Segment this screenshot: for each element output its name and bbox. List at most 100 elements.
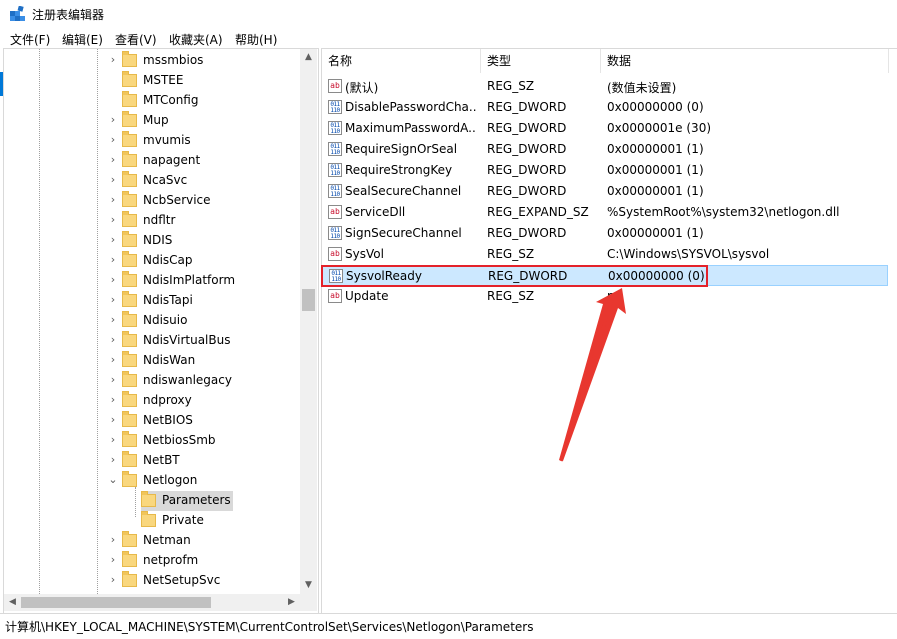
chevron-right-icon[interactable]: › <box>108 134 118 146</box>
chevron-down-icon[interactable]: ⌄ <box>108 474 118 486</box>
tree-item[interactable]: › Ndisuio <box>4 311 299 331</box>
chevron-right-icon[interactable]: › <box>108 334 118 346</box>
value-row[interactable]: ab Update REG_SZ no <box>322 286 888 307</box>
tree-item-label: MTConfig <box>143 93 199 107</box>
value-name: SysVol <box>345 247 384 261</box>
tree-item-label: mvumis <box>143 133 191 147</box>
scroll-down-icon[interactable]: ▼ <box>300 577 317 594</box>
value-type: REG_DWORD <box>487 163 567 177</box>
value-row[interactable]: 011 110 RequireStrongKey REG_DWORD 0x0000000… <box>322 160 888 181</box>
value-row[interactable]: ab SysVol REG_SZ C:\Windows\SYSVOL\sysvol <box>322 244 888 265</box>
tree-item[interactable]: › ndproxy <box>4 391 299 411</box>
folder-icon <box>122 291 137 307</box>
tree-item[interactable]: › Mup <box>4 111 299 131</box>
value-data: 0x00000001 (1) <box>607 184 704 198</box>
menu-favorites[interactable]: 收藏夹(A) <box>169 31 223 48</box>
tree-item[interactable]: › NcaSvc <box>4 171 299 191</box>
scroll-left-icon[interactable]: ◀ <box>4 594 21 611</box>
tree-item-label: NdisImPlatform <box>143 273 236 287</box>
chevron-right-icon[interactable]: › <box>108 174 118 186</box>
folder-icon <box>122 171 137 187</box>
column-header-data[interactable]: 数据 <box>601 49 889 73</box>
column-header-name[interactable]: 名称 <box>322 49 481 73</box>
status-bar: 计算机\HKEY_LOCAL_MACHINE\SYSTEM\CurrentCon… <box>0 613 897 639</box>
chevron-right-icon[interactable]: › <box>108 214 118 226</box>
value-type: REG_SZ <box>487 79 535 93</box>
tree-item-selected[interactable]: Parameters <box>4 491 299 511</box>
chevron-right-icon[interactable]: › <box>108 534 118 546</box>
binary-value-icon: 011 110 <box>328 100 342 114</box>
chevron-right-icon[interactable]: › <box>108 354 118 366</box>
tree-horizontal-scroll-thumb[interactable] <box>21 597 211 608</box>
column-header-type[interactable]: 类型 <box>481 49 601 73</box>
folder-icon <box>122 131 137 147</box>
chevron-right-icon[interactable]: › <box>108 414 118 426</box>
values-list-pane[interactable]: 名称 类型 数据 ab (默认) REG_SZ (数值未设置) 011 110 Disabl… <box>321 48 897 615</box>
chevron-right-icon[interactable]: › <box>108 234 118 246</box>
value-row[interactable]: 011 110 SignSecureChannel REG_DWORD 0x000000… <box>322 223 888 244</box>
chevron-right-icon[interactable]: › <box>108 314 118 326</box>
chevron-right-icon[interactable]: › <box>108 374 118 386</box>
tree-item-label: napagent <box>143 153 201 167</box>
tree-vertical-scrollbar[interactable]: ▲ ▼ <box>300 49 317 594</box>
tree-item[interactable]: › NetSetupSvc <box>4 571 299 591</box>
folder-icon <box>122 271 137 287</box>
tree-item[interactable]: › NetBIOS <box>4 411 299 431</box>
tree-item[interactable]: › NDIS <box>4 231 299 251</box>
tree-item[interactable]: MSTEE <box>4 71 299 91</box>
tree-item[interactable]: ⌄ Netlogon <box>4 471 299 491</box>
folder-icon <box>122 551 137 567</box>
tree-item[interactable]: MTConfig <box>4 91 299 111</box>
key-tree-pane[interactable]: › mssmbios MSTEE MTConfig › Mup › mvumis › napage… <box>3 48 319 615</box>
value-name: RequireStrongKey <box>345 163 453 177</box>
tree-item[interactable]: › NdisCap <box>4 251 299 271</box>
tree-item[interactable]: › mssmbios <box>4 51 299 71</box>
value-row[interactable]: ab (默认) REG_SZ (数值未设置) <box>322 76 888 97</box>
value-row[interactable]: 011 110 MaximumPasswordA... REG_DWORD 0x0000… <box>322 118 888 139</box>
scroll-up-icon[interactable]: ▲ <box>300 49 317 66</box>
value-type: REG_DWORD <box>487 142 567 156</box>
tree-item[interactable]: › NdisTapi <box>4 291 299 311</box>
menu-edit[interactable]: 编辑(E) <box>62 31 103 48</box>
value-row[interactable]: 011 110 SealSecureChannel REG_DWORD 0x000000… <box>322 181 888 202</box>
chevron-right-icon[interactable]: › <box>108 554 118 566</box>
chevron-right-icon[interactable]: › <box>108 434 118 446</box>
chevron-right-icon[interactable]: › <box>108 254 118 266</box>
tree-item-label: mssmbios <box>143 53 204 67</box>
tree-item[interactable]: › NcbService <box>4 191 299 211</box>
tree-item[interactable]: › napagent <box>4 151 299 171</box>
tree-item[interactable]: › netprofm <box>4 551 299 571</box>
chevron-right-icon[interactable]: › <box>108 194 118 206</box>
chevron-right-icon[interactable]: › <box>108 574 118 586</box>
tree-item-label: ndiswanlegacy <box>143 373 232 387</box>
value-row[interactable]: 011 110 DisablePasswordCha... REG_DWORD 0x00… <box>322 97 888 118</box>
value-row[interactable]: 011 110 RequireSignOrSeal REG_DWORD 0x000000… <box>322 139 888 160</box>
chevron-right-icon[interactable]: › <box>108 274 118 286</box>
menu-view[interactable]: 查看(V) <box>115 31 157 48</box>
tree-item[interactable]: › NetbiosSmb <box>4 431 299 451</box>
value-row[interactable]: ab ServiceDll REG_EXPAND_SZ %SystemRoot%\sy… <box>322 202 888 223</box>
tree-item[interactable]: › Netman <box>4 531 299 551</box>
tree-item[interactable]: › NetBT <box>4 451 299 471</box>
scroll-right-icon[interactable]: ▶ <box>283 594 300 611</box>
chevron-right-icon[interactable]: › <box>108 154 118 166</box>
value-type: REG_SZ <box>487 289 535 303</box>
tree-item[interactable]: › NdisVirtualBus <box>4 331 299 351</box>
tree-item[interactable]: › NdisWan <box>4 351 299 371</box>
tree-item-label: Mup <box>143 113 169 127</box>
chevron-right-icon[interactable]: › <box>108 114 118 126</box>
tree-horizontal-scrollbar[interactable]: ◀ ▶ <box>4 594 300 611</box>
tree-item[interactable]: Private <box>4 511 299 531</box>
chevron-right-icon[interactable]: › <box>108 394 118 406</box>
menu-file[interactable]: 文件(F) <box>10 31 50 48</box>
tree-item-label: NcaSvc <box>143 173 188 187</box>
tree-item[interactable]: › ndiswanlegacy <box>4 371 299 391</box>
tree-item[interactable]: › ndfltr <box>4 211 299 231</box>
chevron-right-icon[interactable]: › <box>108 294 118 306</box>
chevron-right-icon[interactable]: › <box>108 454 118 466</box>
menu-help[interactable]: 帮助(H) <box>235 31 277 48</box>
tree-item[interactable]: › NdisImPlatform <box>4 271 299 291</box>
tree-item[interactable]: › mvumis <box>4 131 299 151</box>
tree-vertical-scroll-thumb[interactable] <box>302 289 315 311</box>
chevron-right-icon[interactable]: › <box>108 54 118 66</box>
